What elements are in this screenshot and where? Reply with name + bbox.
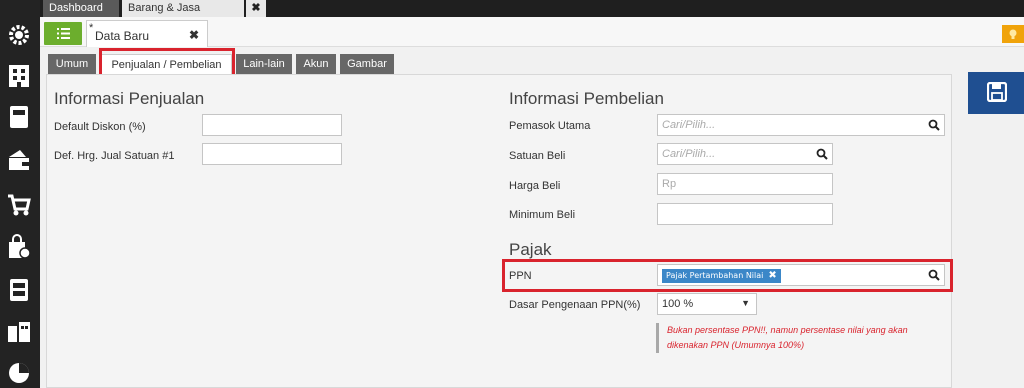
pie-chart-icon[interactable] [6, 360, 32, 386]
tab-akun[interactable]: Akun [296, 54, 336, 74]
tab-lain-lain[interactable]: Lain-lain [236, 54, 292, 74]
highlight-box-ppn [502, 259, 953, 292]
satuan-placeholder: Cari/Pilih... [662, 148, 716, 160]
city-icon[interactable] [6, 318, 32, 344]
modified-mark: * [89, 22, 94, 34]
window-tab-bar: Dashboard Barang & Jasa ✖ [40, 0, 1024, 17]
ppn-help-note: Bukan persentase PPN!!, namun persentase… [656, 323, 936, 353]
list-icon [57, 28, 70, 39]
default-diskon-label: Default Diskon (%) [54, 121, 146, 133]
tab-gambar[interactable]: Gambar [340, 54, 394, 74]
search-icon[interactable] [816, 148, 828, 160]
doc-tab-data-baru[interactable]: * Data Baru ✖ [86, 20, 208, 47]
dasar-ppn-select[interactable]: 100 % ▼ [657, 293, 757, 315]
ledger-icon[interactable] [6, 104, 32, 130]
bag-add-icon[interactable] [6, 234, 32, 260]
harga-beli-placeholder: Rp [662, 178, 677, 190]
default-diskon-field[interactable] [202, 114, 342, 136]
pemasok-label: Pemasok Utama [509, 120, 591, 132]
harga-beli-label: Harga Beli [509, 180, 561, 192]
list-menu-button[interactable] [44, 22, 82, 45]
close-icon[interactable]: ✖ [189, 28, 199, 42]
def-harga-label: Def. Hrg. Jual Satuan #1 [54, 150, 175, 162]
floppy-icon [987, 82, 1007, 102]
minimum-beli-label: Minimum Beli [509, 209, 576, 221]
cart-icon[interactable] [6, 192, 32, 218]
dasar-ppn-value: 100 % [662, 298, 694, 310]
minimum-beli-field[interactable] [657, 203, 833, 225]
building-icon[interactable] [6, 63, 32, 89]
tab-barang-jasa[interactable]: Barang & Jasa [122, 0, 244, 17]
save-button[interactable] [968, 72, 1024, 114]
search-icon[interactable] [928, 119, 940, 131]
left-sidebar [0, 0, 40, 388]
dasar-ppn-label: Dasar Pengenaan PPN(%) [509, 299, 641, 311]
def-harga-field[interactable] [202, 143, 342, 165]
doc-tab-label: Data Baru [95, 29, 150, 43]
pajak-title: Pajak [509, 240, 552, 259]
satuan-search-input[interactable]: Cari/Pilih... [657, 143, 833, 165]
harga-beli-field[interactable]: Rp [657, 173, 833, 195]
pembelian-title: Informasi Pembelian [509, 89, 664, 108]
pemasok-placeholder: Cari/Pilih... [662, 119, 716, 131]
pemasok-search-input[interactable]: Cari/Pilih... [657, 114, 945, 136]
close-tab-button[interactable]: ✖ [246, 0, 266, 17]
gear-icon[interactable] [6, 22, 32, 48]
penjualan-title: Informasi Penjualan [54, 89, 205, 108]
wallet-icon[interactable] [6, 147, 32, 173]
cabinet-icon[interactable] [6, 277, 32, 303]
tab-umum[interactable]: Umum [48, 54, 96, 74]
toolbar: * Data Baru ✖ [40, 17, 1024, 47]
tab-dashboard[interactable]: Dashboard [43, 0, 119, 17]
satuan-label: Satuan Beli [509, 150, 566, 162]
bulb-icon[interactable] [1002, 25, 1024, 43]
chevron-down-icon: ▼ [741, 298, 750, 308]
